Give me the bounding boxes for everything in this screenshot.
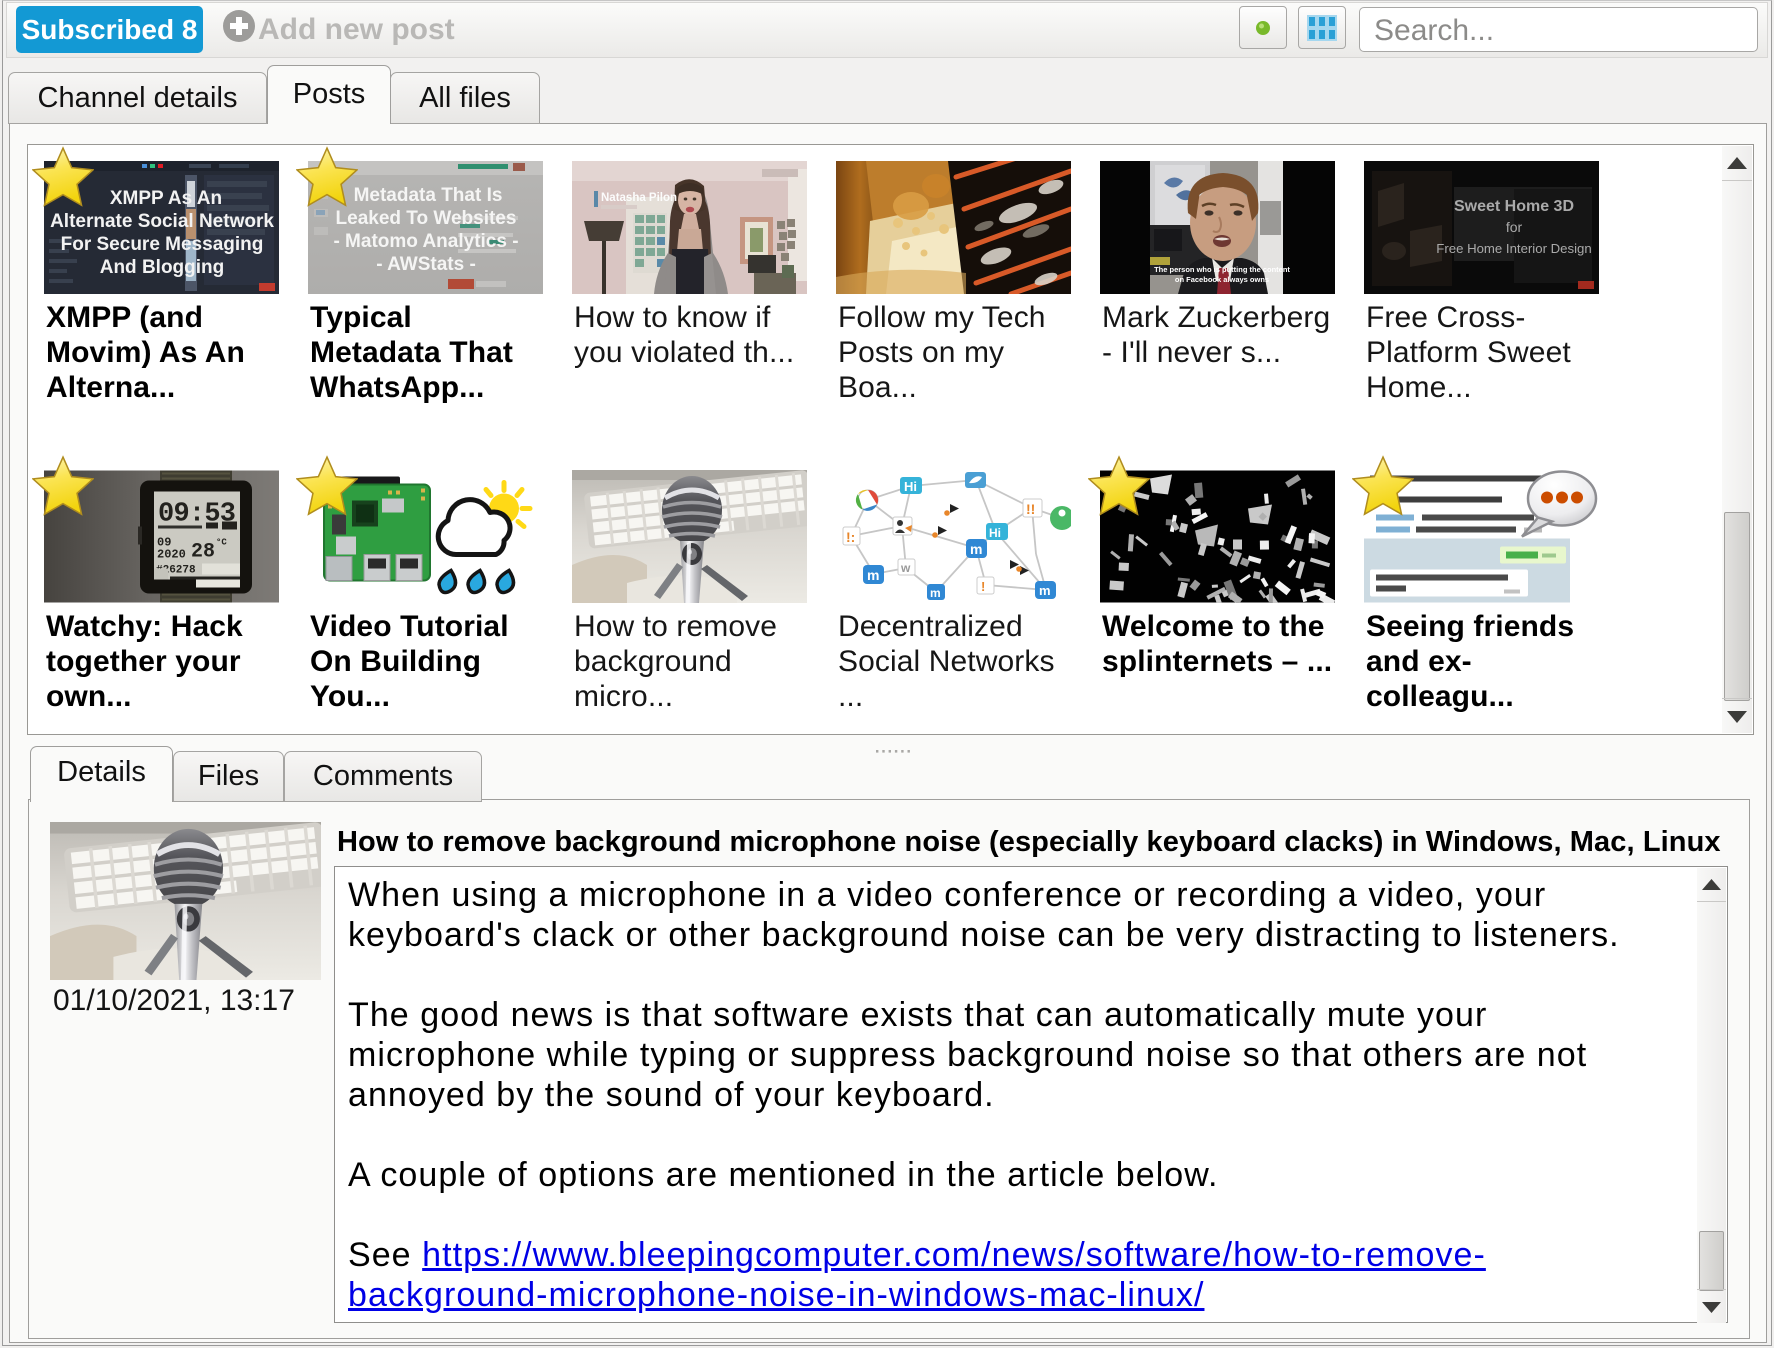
svg-text:°C: °C	[216, 538, 227, 548]
svg-text:- Matomo Analytics -: - Matomo Analytics -	[333, 231, 518, 252]
svg-text:Free Home Interior Design: Free Home Interior Design	[1436, 241, 1591, 256]
svg-text:Leaked To Websites: Leaked To Websites	[336, 208, 517, 229]
svg-text:m: m	[970, 541, 982, 557]
svg-text:m: m	[867, 567, 879, 583]
svg-text:For Secure Messaging: For Secure Messaging	[61, 234, 264, 255]
svg-text:Natasha Pilon: Natasha Pilon	[601, 192, 677, 204]
svg-text:28: 28	[191, 541, 215, 564]
svg-text:Sweet Home 3D: Sweet Home 3D	[1454, 198, 1574, 215]
svg-text:And Blogging: And Blogging	[100, 257, 225, 278]
svg-text:2020: 2020	[157, 548, 186, 562]
svg-text:for: for	[1506, 219, 1523, 235]
svg-text:- AWStats -: - AWStats -	[376, 254, 476, 275]
svg-text:m: m	[930, 586, 941, 600]
svg-text:m: m	[1039, 583, 1051, 598]
svg-text:w: w	[900, 561, 911, 575]
svg-text:Hi: Hi	[904, 479, 917, 494]
svg-text:on Facebook always owns: on Facebook always owns	[1175, 275, 1269, 284]
svg-text:!!: !!	[1026, 501, 1035, 517]
svg-text:!: !	[981, 579, 985, 594]
svg-text:Hi: Hi	[989, 526, 1001, 540]
svg-text:Metadata That Is: Metadata That Is	[354, 185, 503, 206]
svg-text:The person who is putting the: The person who is putting the content	[1154, 265, 1290, 274]
svg-text:XMPP As An: XMPP As An	[110, 188, 222, 209]
svg-text:Alternate Social Network: Alternate Social Network	[50, 211, 274, 232]
svg-text:!:: !:	[846, 529, 855, 545]
